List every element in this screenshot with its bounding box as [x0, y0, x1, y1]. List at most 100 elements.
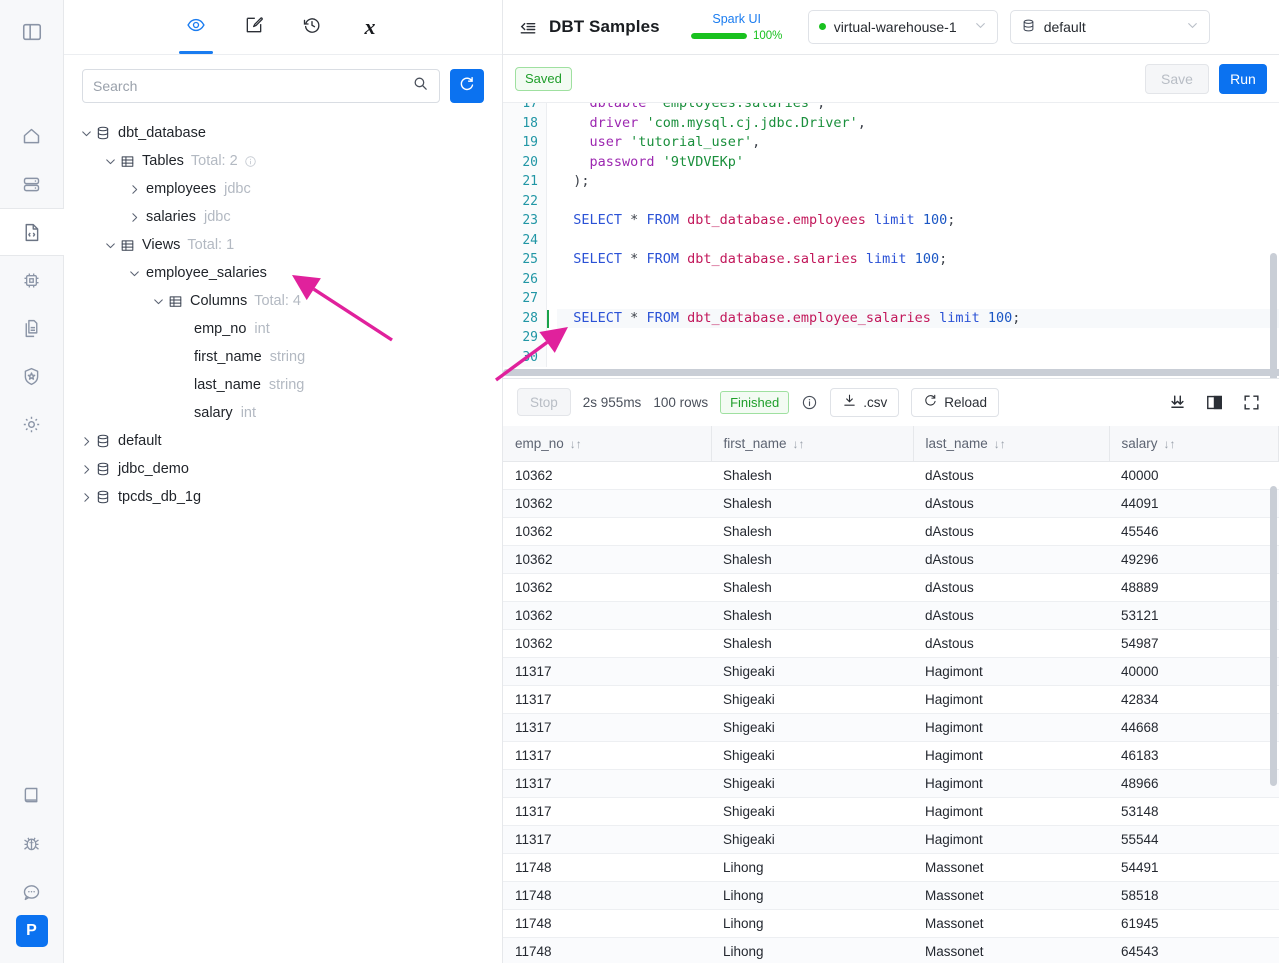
code-line[interactable] — [557, 348, 1279, 368]
table-row[interactable]: 10362 Shalesh dAstous 48889 — [503, 573, 1279, 603]
table-row[interactable]: 11748 Lihong Massonet 54491 — [503, 853, 1279, 883]
code-line[interactable] — [557, 192, 1279, 212]
tree-node-employees[interactable]: employees jdbc — [64, 175, 502, 203]
sort-icon[interactable]: ↓↑ — [1164, 437, 1176, 451]
column-header-emp_no[interactable]: emp_no ↓↑ — [503, 425, 712, 463]
chevron-right-icon[interactable] — [126, 209, 142, 225]
chevron-down-icon[interactable] — [102, 153, 118, 169]
rail-item-compute[interactable] — [0, 256, 64, 304]
table-row[interactable]: 11317 Shigeaki Hagimont 42834 — [503, 685, 1279, 715]
table-row[interactable]: 10362 Shalesh dAstous 53121 — [503, 601, 1279, 631]
editor-code[interactable]: dbtable 'employees.salaries', driver 'co… — [547, 103, 1279, 368]
code-line[interactable]: user 'tutorial_user', — [557, 133, 1279, 153]
column-header-last_name[interactable]: last_name ↓↑ — [913, 425, 1110, 463]
code-line[interactable]: SELECT * FROM dbt_database.salaries limi… — [557, 250, 1279, 270]
fullscreen-icon[interactable] — [1242, 393, 1261, 412]
info-icon[interactable] — [244, 155, 257, 168]
download-all-icon[interactable] — [1168, 393, 1187, 412]
search-box[interactable] — [82, 69, 440, 103]
code-line[interactable]: SELECT * FROM dbt_database.employees lim… — [557, 211, 1279, 231]
tab-variables[interactable]: x — [341, 0, 399, 54]
code-line[interactable] — [557, 289, 1279, 309]
table-row[interactable]: 10362 Shalesh dAstous 40000 — [503, 461, 1279, 491]
tree-node-jdbc-demo[interactable]: jdbc_demo — [64, 455, 502, 483]
column-header-salary[interactable]: salary ↓↑ — [1109, 425, 1279, 463]
stop-button[interactable]: Stop — [517, 388, 571, 417]
results-vertical-scrollbar[interactable] — [1270, 485, 1277, 786]
table-row[interactable]: 11317 Shigeaki Hagimont 55544 — [503, 825, 1279, 855]
collapse-left-icon[interactable] — [515, 17, 541, 37]
tree-node-views[interactable]: Views Total: 1 — [64, 231, 502, 259]
rail-item-sql-editor[interactable] — [0, 208, 64, 256]
editor-vertical-scrollbar[interactable] — [1270, 253, 1277, 378]
tree-node-emp-no[interactable]: emp_no int — [64, 315, 502, 343]
rail-item-jobs[interactable] — [0, 304, 64, 352]
code-line[interactable] — [557, 231, 1279, 251]
rail-item-support-chat[interactable] — [0, 867, 64, 915]
table-row[interactable]: 11748 Lihong Massonet 64543 — [503, 937, 1279, 963]
table-row[interactable]: 10362 Shalesh dAstous 45546 — [503, 517, 1279, 547]
chevron-down-icon[interactable] — [150, 293, 166, 309]
search-input[interactable] — [93, 78, 412, 94]
code-line[interactable]: driver 'com.mysql.cj.jdbc.Driver', — [557, 114, 1279, 134]
rail-item-docs[interactable] — [0, 771, 64, 819]
table-row[interactable]: 11317 Shigeaki Hagimont 48966 — [503, 769, 1279, 799]
toggle-sidebar-button[interactable] — [0, 0, 63, 64]
split-panel-icon[interactable] — [1205, 393, 1224, 412]
sort-icon[interactable]: ↓↑ — [570, 437, 582, 451]
rail-item-report-issue[interactable] — [0, 819, 64, 867]
rail-item-security[interactable] — [0, 352, 64, 400]
column-header-first_name[interactable]: first_name ↓↑ — [711, 425, 914, 463]
table-row[interactable]: 11748 Lihong Massonet 61945 — [503, 909, 1279, 939]
code-line[interactable]: password '9tVDVEKp' — [557, 153, 1279, 173]
table-row[interactable]: 11317 Shigeaki Hagimont 44668 — [503, 713, 1279, 743]
code-line[interactable] — [557, 270, 1279, 290]
tab-history[interactable] — [283, 0, 341, 54]
tree-node-tables[interactable]: Tables Total: 2 — [64, 147, 502, 175]
code-line[interactable]: ); — [557, 172, 1279, 192]
code-line[interactable] — [557, 328, 1279, 348]
table-row[interactable]: 11317 Shigeaki Hagimont 53148 — [503, 797, 1279, 827]
tree-node-dbt-database[interactable]: dbt_database — [64, 119, 502, 147]
tree-node-default[interactable]: default — [64, 427, 502, 455]
search-icon[interactable] — [412, 75, 429, 97]
avatar[interactable]: P — [15, 915, 48, 947]
download-csv-button[interactable]: .csv — [830, 387, 900, 417]
chevron-right-icon[interactable] — [78, 461, 94, 477]
save-button[interactable]: Save — [1145, 63, 1209, 94]
rail-item-home[interactable] — [0, 112, 64, 160]
run-button[interactable]: Run — [1219, 63, 1267, 94]
tree-node-salaries[interactable]: salaries jdbc — [64, 203, 502, 231]
tree-node-employee-salaries[interactable]: employee_salaries — [64, 259, 502, 287]
table-row[interactable]: 10362 Shalesh dAstous 44091 — [503, 489, 1279, 519]
tree-node-first-name[interactable]: first_name string — [64, 343, 502, 371]
rail-item-settings[interactable] — [0, 400, 64, 448]
table-row[interactable]: 10362 Shalesh dAstous 54987 — [503, 629, 1279, 659]
refresh-button[interactable] — [450, 69, 484, 103]
sort-icon[interactable]: ↓↑ — [793, 437, 805, 451]
chevron-down-icon[interactable] — [102, 237, 118, 253]
database-selector[interactable]: default — [1009, 9, 1210, 44]
code-line[interactable]: SELECT * FROM dbt_database.employee_sala… — [557, 308, 1279, 329]
warehouse-selector[interactable]: virtual-warehouse-1 — [807, 9, 998, 44]
info-icon[interactable] — [801, 394, 818, 411]
table-row[interactable]: 10362 Shalesh dAstous 49296 — [503, 545, 1279, 575]
rail-item-data[interactable] — [0, 160, 64, 208]
spark-ui-link[interactable]: Spark UI — [712, 12, 761, 27]
editor-horizontal-scrollbar[interactable] — [503, 368, 1279, 376]
sql-editor[interactable]: 17 18 19 20 21 22 23 24 25 26 27 28 29 30 dbtable 'em… — [503, 102, 1279, 378]
chevron-right-icon[interactable] — [78, 433, 94, 449]
code-line[interactable]: dbtable 'employees.salaries', — [557, 103, 1279, 113]
table-row[interactable]: 11748 Lihong Massonet 58518 — [503, 881, 1279, 911]
tab-catalog[interactable] — [167, 0, 225, 54]
sort-icon[interactable]: ↓↑ — [994, 437, 1006, 451]
reload-button[interactable]: Reload — [911, 387, 1000, 417]
tree-node-columns[interactable]: Columns Total: 4 — [64, 287, 502, 315]
chevron-right-icon[interactable] — [78, 489, 94, 505]
tab-editor[interactable] — [225, 0, 283, 54]
table-row[interactable]: 11317 Shigeaki Hagimont 46183 — [503, 741, 1279, 771]
chevron-down-icon[interactable] — [78, 125, 94, 141]
tree-node-last-name[interactable]: last_name string — [64, 371, 502, 399]
chevron-right-icon[interactable] — [126, 181, 142, 197]
chevron-down-icon[interactable] — [126, 265, 142, 281]
